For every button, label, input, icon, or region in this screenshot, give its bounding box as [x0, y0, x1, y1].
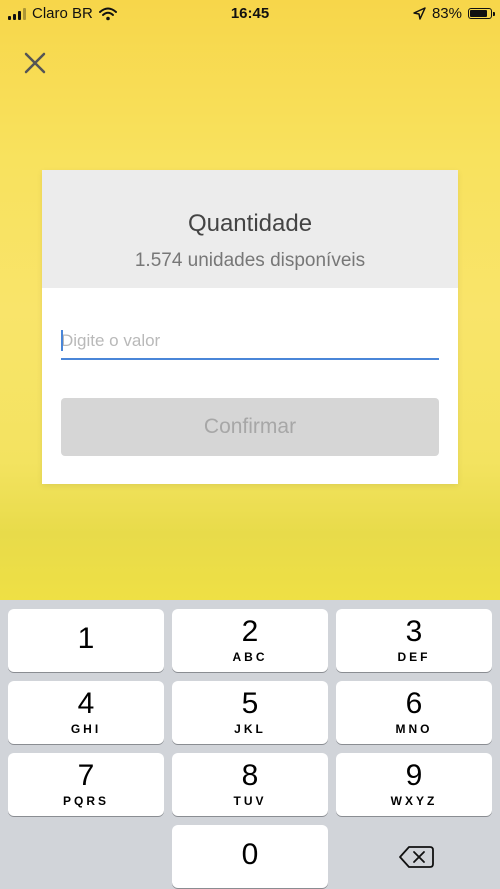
text-caret — [61, 330, 63, 351]
key-4[interactable]: 4 GHI — [8, 681, 164, 744]
key-digit: 9 — [405, 759, 423, 792]
key-9[interactable]: 9 WXYZ — [336, 753, 492, 816]
key-letters: PQRS — [62, 794, 109, 808]
key-8[interactable]: 8 TUV — [172, 753, 328, 816]
battery-icon — [468, 8, 495, 19]
key-digit: 8 — [241, 759, 259, 792]
quantity-card: Quantidade 1.574 unidades disponíveis Co… — [42, 170, 458, 484]
key-letters: WXYZ — [390, 794, 438, 808]
key-2[interactable]: 2 ABC — [172, 609, 328, 672]
key-letters: TUV — [233, 794, 267, 808]
location-arrow-icon — [413, 7, 426, 20]
backspace-icon — [399, 846, 434, 868]
key-letters: DEF — [397, 650, 431, 664]
key-letters: JKL — [234, 722, 266, 736]
key-letters: MNO — [395, 722, 433, 736]
delete-key[interactable] — [336, 825, 492, 888]
key-6[interactable]: 6 MNO — [336, 681, 492, 744]
close-button[interactable] — [20, 48, 50, 78]
key-5[interactable]: 5 JKL — [172, 681, 328, 744]
key-3[interactable]: 3 DEF — [336, 609, 492, 672]
key-letters: GHI — [70, 722, 102, 736]
battery-fill — [470, 10, 487, 17]
key-digit: 6 — [405, 687, 423, 720]
key-7[interactable]: 7 PQRS — [8, 753, 164, 816]
battery-percent: 83% — [431, 5, 462, 22]
key-digit: 7 — [77, 759, 95, 792]
close-icon — [24, 52, 46, 74]
status-right: 83% — [413, 5, 495, 22]
key-digit: 1 — [77, 622, 95, 655]
key-digit: 5 — [241, 687, 259, 720]
card-header: Quantidade 1.574 unidades disponíveis — [42, 170, 458, 288]
key-digit: 2 — [241, 615, 259, 648]
key-digit: 0 — [241, 838, 259, 871]
key-0[interactable]: 0 — [172, 825, 328, 888]
numeric-keypad: 1 2 ABC 3 DEF 4 GHI 5 JKL 6 MNO 7 PQRS 8… — [0, 600, 500, 889]
confirm-button[interactable]: Confirmar — [61, 398, 439, 456]
key-digit: 3 — [405, 615, 423, 648]
key-digit: 4 — [77, 687, 95, 720]
key-1[interactable]: 1 — [8, 609, 164, 672]
key-letters: ABC — [232, 650, 268, 664]
available-units-label: 1.574 unidades disponíveis — [134, 250, 366, 271]
quantity-input[interactable] — [61, 328, 439, 360]
quantity-screen: Claro BR 16:45 83% Quantidade 1.574 unid… — [0, 0, 500, 889]
status-bar: Claro BR 16:45 83% — [0, 0, 500, 28]
card-title: Quantidade — [187, 210, 313, 237]
